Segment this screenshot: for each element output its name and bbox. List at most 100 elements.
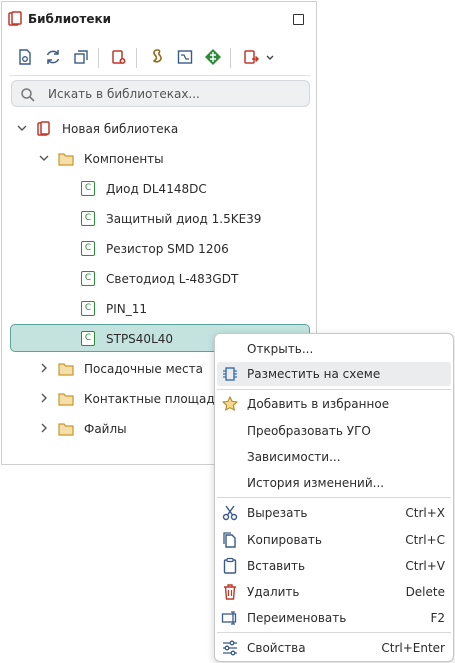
menu-item-label: Переименовать (247, 611, 347, 625)
folder-icon (58, 153, 74, 166)
chevron-down-icon[interactable] (16, 122, 28, 134)
menu-item-shortcut: Ctrl+X (405, 506, 445, 520)
folder-icon (58, 423, 74, 436)
menu-item-label: Преобразовать УГО (247, 424, 371, 438)
toolbar-divider (10, 75, 310, 76)
open-library-icon (19, 49, 31, 65)
tree-item-label: Файлы (84, 422, 127, 436)
menu-item-shortcut: Ctrl+Enter (381, 641, 445, 655)
menu-item-label: Вырезать (247, 506, 308, 520)
component-icon: C (81, 211, 95, 226)
menu-item-cut[interactable]: Вырезать Ctrl+X (217, 501, 451, 525)
symbol-button[interactable] (174, 46, 196, 68)
menu-item-label: История изменений... (247, 476, 385, 490)
menu-item-label: Разместить на схеме (247, 367, 381, 381)
search-box[interactable] (11, 80, 310, 107)
menu-separator (217, 497, 451, 498)
tree-item-label: PIN_11 (106, 302, 148, 316)
maximize-button[interactable] (293, 14, 304, 25)
menu-item-label: Свойства (247, 641, 306, 655)
menu-item-place-on-schematic[interactable]: Разместить на схеме (217, 362, 451, 386)
tree-item-component[interactable]: C Резистор SMD 1206 (10, 236, 310, 262)
search-icon (21, 88, 35, 102)
footprint-icon (152, 49, 162, 63)
pad-button[interactable] (202, 46, 224, 68)
menu-item-rename[interactable]: Переименовать F2 (217, 606, 451, 630)
tree-item-root-library[interactable]: Новая библиотека (10, 116, 310, 142)
place-component-icon (223, 367, 237, 381)
rename-icon (221, 611, 237, 625)
menu-separator (217, 389, 451, 390)
tree-item-component[interactable]: C PIN_11 (10, 296, 310, 322)
trash-icon (224, 584, 236, 600)
menu-item-label: Копировать (247, 533, 322, 547)
menu-item-paste[interactable]: Вставить Ctrl+V (217, 554, 451, 578)
pad-icon (205, 49, 221, 65)
symbol-icon (177, 50, 193, 64)
menu-item-shortcut: F2 (430, 611, 445, 625)
scissors-icon (222, 505, 238, 521)
export-dropdown-button[interactable] (262, 46, 276, 68)
library-book-icon (37, 121, 50, 136)
star-icon (221, 395, 239, 412)
tree-item-component[interactable]: C Светодиод L-483GDT (10, 266, 310, 292)
export-button[interactable] (240, 46, 262, 68)
refresh-button[interactable] (42, 46, 64, 68)
tree-item-label: Новая библиотека (62, 122, 179, 136)
menu-item-add-to-favorites[interactable]: Добавить в избранное (217, 392, 451, 416)
tree-item-label: Защитный диод 1.5KE39 (106, 212, 262, 226)
menu-item-label: Зависимости... (247, 450, 341, 464)
panel-title: Библиотеки (28, 12, 112, 26)
menu-item-label: Удалить (247, 585, 300, 599)
new-library-icon (112, 50, 126, 64)
tree-item-component[interactable]: C Защитный диод 1.5KE39 (10, 206, 310, 232)
sliders-icon (223, 640, 237, 656)
chevron-down-icon (266, 55, 274, 60)
menu-item-delete[interactable]: Удалить Delete (217, 580, 451, 604)
component-icon: C (81, 301, 95, 316)
open-library-button[interactable] (14, 46, 36, 68)
clipboard-icon (223, 557, 237, 574)
tree-item-label: Диод DL4148DC (106, 182, 207, 196)
chevron-down-icon[interactable] (38, 152, 50, 164)
chevron-right-icon[interactable] (38, 392, 50, 404)
copy-icon (223, 532, 236, 548)
menu-item-convert-symbol[interactable]: Преобразовать УГО (217, 419, 451, 443)
export-icon (244, 50, 260, 64)
collapse-all-button[interactable] (70, 46, 92, 68)
tree-item-component[interactable]: C Диод DL4148DC (10, 176, 310, 202)
component-icon: C (81, 271, 95, 286)
library-books-icon (7, 11, 23, 27)
menu-separator (217, 632, 451, 633)
chevron-right-icon[interactable] (38, 422, 50, 434)
collapse-all-icon (74, 50, 88, 64)
component-icon: C (81, 331, 95, 346)
tree-item-label: STPS40L40 (106, 332, 174, 346)
menu-item-copy[interactable]: Копировать Ctrl+C (217, 528, 451, 552)
new-library-button[interactable] (108, 46, 130, 68)
tree-item-label: Светодиод L-483GDT (106, 272, 239, 286)
tree-item-label: Резистор SMD 1206 (106, 242, 229, 256)
menu-item-dependencies[interactable]: Зависимости... (217, 445, 451, 469)
component-icon: C (81, 181, 95, 196)
refresh-icon (46, 50, 60, 64)
context-menu: Открыть... Разместить на схеме Добавить … (214, 333, 454, 662)
tree-item-label: Компоненты (84, 152, 164, 166)
tree-item-label: Посадочные места (84, 362, 203, 376)
footprint-button[interactable] (146, 46, 168, 68)
menu-item-shortcut: Ctrl+V (405, 559, 445, 573)
menu-item-label: Открыть... (247, 342, 314, 356)
tree-item-label: Контактные площадки (84, 392, 230, 406)
menu-item-shortcut: Ctrl+C (405, 533, 445, 547)
tree-item-components-folder[interactable]: Компоненты (10, 146, 310, 172)
folder-icon (58, 393, 74, 406)
search-input[interactable] (46, 84, 301, 103)
menu-item-history[interactable]: История изменений... (217, 471, 451, 495)
menu-item-label: Добавить в избранное (247, 397, 390, 411)
folder-icon (58, 363, 74, 376)
menu-item-shortcut: Delete (405, 585, 445, 599)
menu-item-properties[interactable]: Свойства Ctrl+Enter (217, 636, 451, 660)
component-icon: C (81, 241, 95, 256)
chevron-right-icon[interactable] (38, 362, 50, 374)
menu-item-open[interactable]: Открыть... (217, 337, 451, 361)
